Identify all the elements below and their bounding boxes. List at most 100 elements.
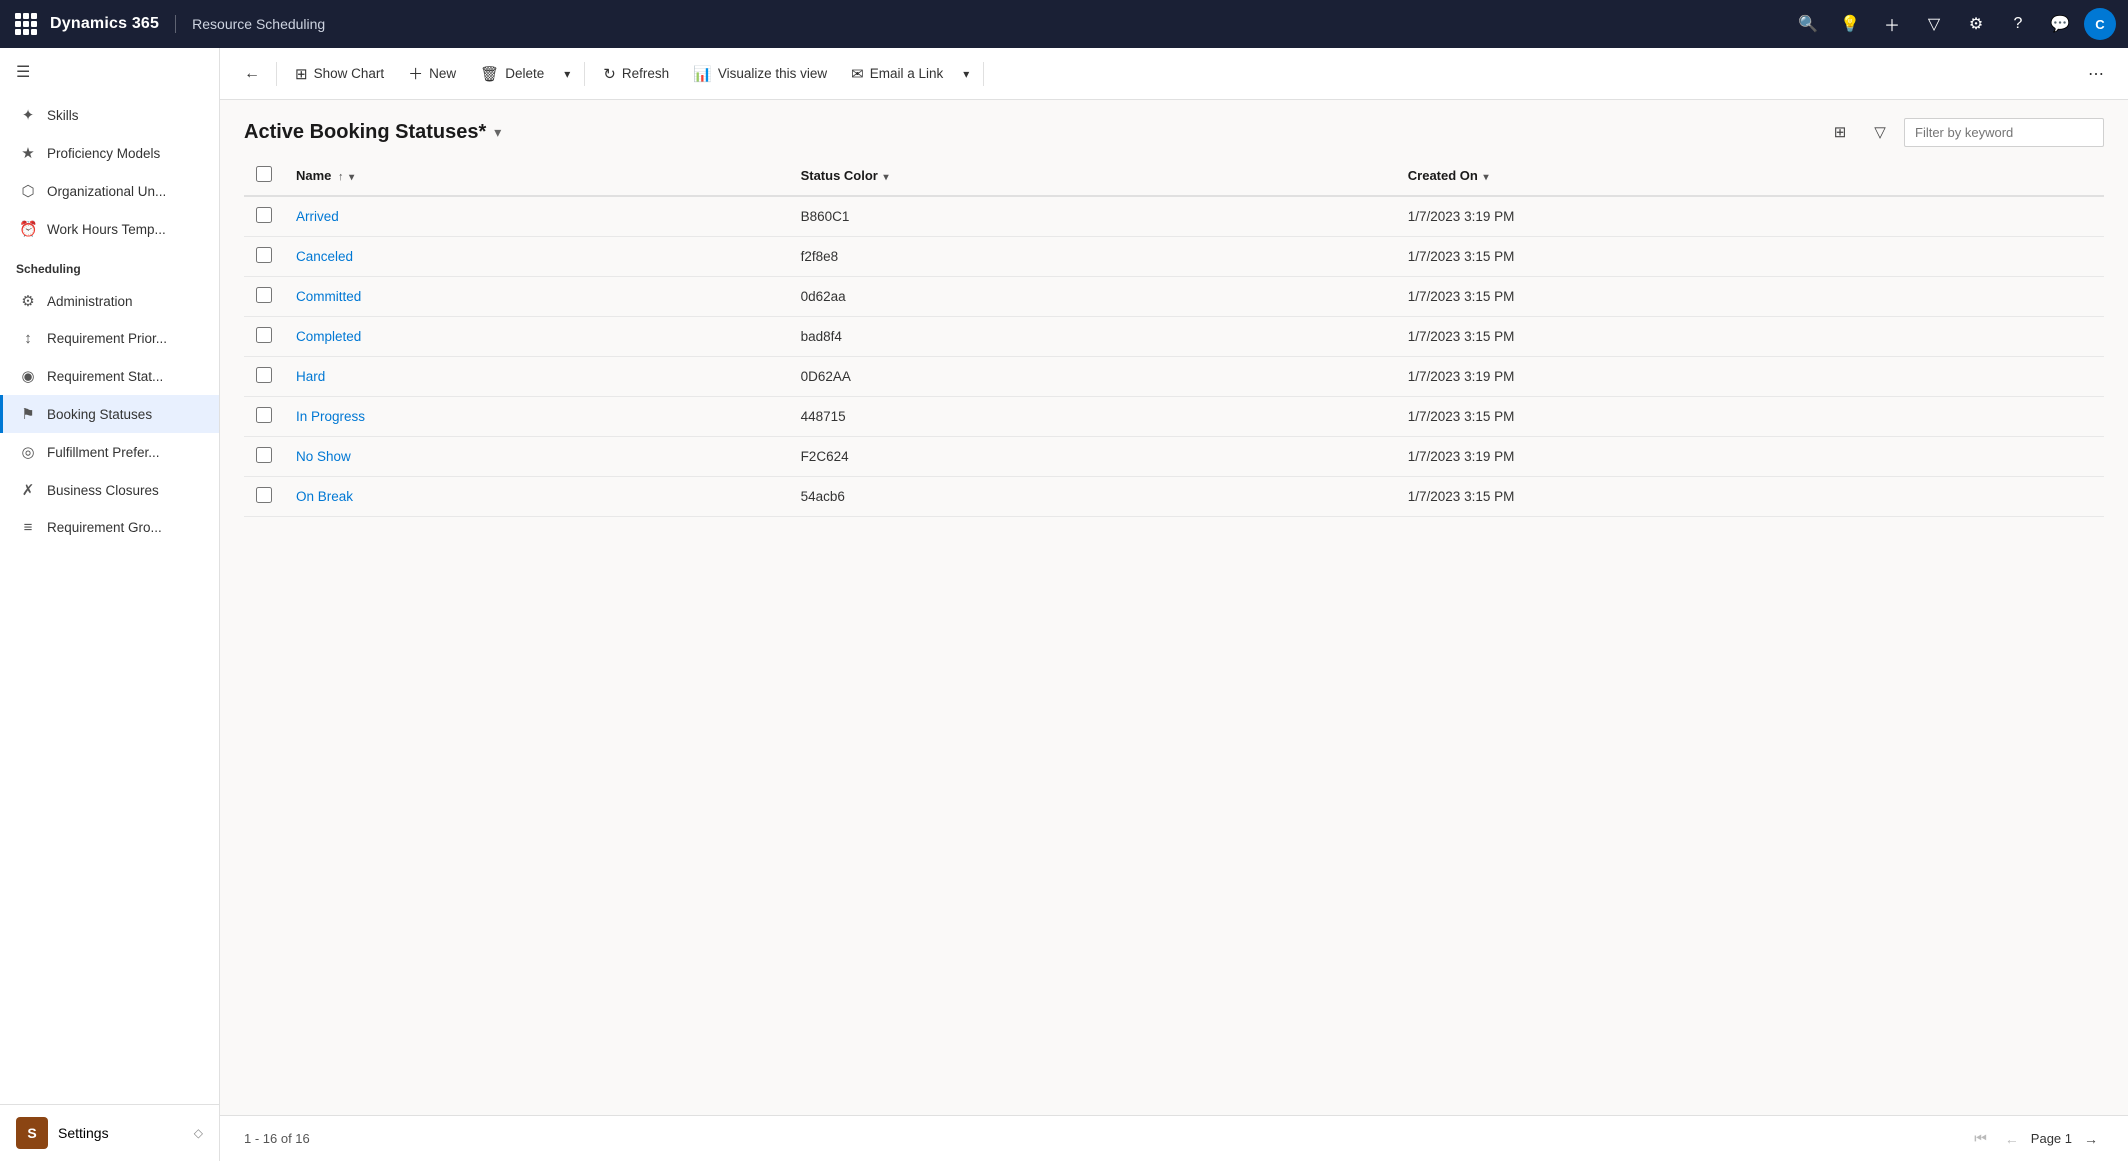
admin-icon: ⚙ bbox=[19, 292, 37, 310]
lightbulb-icon[interactable]: 💡 bbox=[1832, 6, 1868, 42]
filter-icon[interactable]: ▽ bbox=[1916, 6, 1952, 42]
refresh-button[interactable]: ↻ Refresh bbox=[593, 59, 679, 89]
module-title: Resource Scheduling bbox=[192, 16, 1790, 32]
created-on-chevron-icon[interactable]: ▾ bbox=[1483, 172, 1488, 183]
email-link-button[interactable]: ✉ Email a Link bbox=[841, 59, 953, 89]
row-checkbox[interactable] bbox=[256, 447, 272, 463]
sidebar-item-fulfillment[interactable]: ◎ Fulfillment Prefer... bbox=[0, 433, 219, 471]
name-column-header[interactable]: Name ↑ ▾ bbox=[284, 156, 789, 196]
sidebar-item-req-priority[interactable]: ↕ Requirement Prior... bbox=[0, 320, 219, 357]
row-name-link[interactable]: Committed bbox=[296, 289, 361, 304]
toolbar-sep-2 bbox=[983, 62, 984, 86]
sidebar-footer[interactable]: S Settings ◇ bbox=[0, 1104, 219, 1161]
row-checkbox[interactable] bbox=[256, 327, 272, 343]
row-checkbox[interactable] bbox=[256, 287, 272, 303]
chat-icon[interactable]: 💬 bbox=[2042, 6, 2078, 42]
name-chevron-icon[interactable]: ▾ bbox=[349, 172, 354, 183]
first-page-button[interactable]: ⏮ bbox=[1968, 1126, 1993, 1151]
settings-footer-avatar: S bbox=[16, 1117, 48, 1149]
row-name-link[interactable]: Hard bbox=[296, 369, 325, 384]
sidebar-item-business-closures[interactable]: ✗ Business Closures bbox=[0, 471, 219, 509]
sidebar-item-booking-statuses[interactable]: ⚑ Booking Statuses bbox=[0, 395, 219, 433]
delete-button[interactable]: 🗑 Delete bbox=[470, 59, 554, 89]
row-checkbox-cell[interactable] bbox=[244, 357, 284, 397]
page-header: Active Booking Statuses* ▾ ⊞ ▽ bbox=[220, 100, 2128, 156]
settings-chevron-icon: ◇ bbox=[194, 1126, 203, 1140]
sidebar-item-skills[interactable]: ✦ Skills bbox=[0, 96, 219, 134]
pagination: ⏮ ← Page 1 → bbox=[1968, 1126, 2104, 1151]
row-checkbox-cell[interactable] bbox=[244, 277, 284, 317]
row-checkbox-cell[interactable] bbox=[244, 237, 284, 277]
row-checkbox[interactable] bbox=[256, 367, 272, 383]
next-page-button[interactable]: → bbox=[2078, 1127, 2104, 1151]
table-row: In Progress 448715 1/7/2023 3:15 PM bbox=[244, 397, 2104, 437]
delete-dropdown-button[interactable]: ▾ bbox=[558, 61, 576, 87]
view-toggle-button[interactable]: ⊞ bbox=[1824, 116, 1856, 148]
show-chart-icon: ⊞ bbox=[295, 65, 308, 83]
row-name-link[interactable]: Completed bbox=[296, 329, 361, 344]
sidebar-item-proficiency[interactable]: ★ Proficiency Models bbox=[0, 134, 219, 172]
created-on-column-header[interactable]: Created On ▾ bbox=[1396, 156, 2104, 196]
app-grid-icon[interactable] bbox=[12, 10, 40, 38]
row-checkbox-cell[interactable] bbox=[244, 437, 284, 477]
table-header: Name ↑ ▾ Status Color ▾ Created On ▾ bbox=[244, 156, 2104, 196]
status-color-column-header[interactable]: Status Color ▾ bbox=[789, 156, 1396, 196]
status-color-chevron-icon[interactable]: ▾ bbox=[883, 172, 888, 183]
row-name-link[interactable]: On Break bbox=[296, 489, 353, 504]
row-checkbox-cell[interactable] bbox=[244, 477, 284, 517]
sidebar-item-work-hours[interactable]: ⏰ Work Hours Temp... bbox=[0, 210, 219, 248]
page-title-chevron-icon[interactable]: ▾ bbox=[494, 124, 501, 141]
filter-button[interactable]: ▽ bbox=[1864, 116, 1896, 148]
user-avatar[interactable]: C bbox=[2084, 8, 2116, 40]
row-name-cell: Completed bbox=[284, 317, 789, 357]
sidebar-hamburger[interactable]: ☰ bbox=[0, 48, 219, 96]
prev-page-button[interactable]: ← bbox=[1999, 1127, 2025, 1151]
row-checkbox-cell[interactable] bbox=[244, 397, 284, 437]
add-icon[interactable]: ＋ bbox=[1874, 6, 1910, 42]
main-content: ← ⊞ Show Chart ＋ New 🗑 Delete ▾ ↻ Refres… bbox=[220, 48, 2128, 1161]
work-hours-icon: ⏰ bbox=[19, 220, 37, 238]
sidebar-item-req-groups[interactable]: ≡ Requirement Gro... bbox=[0, 509, 219, 546]
show-chart-button[interactable]: ⊞ Show Chart bbox=[285, 59, 394, 89]
row-name-link[interactable]: In Progress bbox=[296, 409, 365, 424]
select-all-header[interactable] bbox=[244, 156, 284, 196]
new-button[interactable]: ＋ New bbox=[398, 57, 466, 90]
table-footer: 1 - 16 of 16 ⏮ ← Page 1 → bbox=[220, 1115, 2128, 1161]
toolbar-sep-0 bbox=[276, 62, 277, 86]
page-title: Active Booking Statuses* bbox=[244, 121, 486, 144]
record-count: 1 - 16 of 16 bbox=[244, 1131, 310, 1146]
row-name-link[interactable]: No Show bbox=[296, 449, 351, 464]
row-status-color-cell: 0d62aa bbox=[789, 277, 1396, 317]
filter-input[interactable] bbox=[1904, 118, 2104, 147]
row-name-link[interactable]: Canceled bbox=[296, 249, 353, 264]
more-options-button[interactable]: ⋯ bbox=[2080, 58, 2112, 90]
help-icon[interactable]: ? bbox=[2000, 6, 2036, 42]
hamburger-icon: ☰ bbox=[16, 62, 30, 82]
page-label: Page 1 bbox=[2031, 1131, 2072, 1146]
sidebar-item-org-units[interactable]: ⬡ Organizational Un... bbox=[0, 172, 219, 210]
nav-icons: 🔍 💡 ＋ ▽ ⚙ ? 💬 C bbox=[1790, 6, 2116, 42]
settings-icon[interactable]: ⚙ bbox=[1958, 6, 1994, 42]
row-checkbox[interactable] bbox=[256, 487, 272, 503]
table-row: Arrived B860C1 1/7/2023 3:19 PM bbox=[244, 196, 2104, 237]
table-row: Canceled f2f8e8 1/7/2023 3:15 PM bbox=[244, 237, 2104, 277]
scheduling-section-label: Scheduling bbox=[0, 248, 219, 282]
table-body: Arrived B860C1 1/7/2023 3:19 PM Canceled… bbox=[244, 196, 2104, 517]
sidebar-item-req-status[interactable]: ◉ Requirement Stat... bbox=[0, 357, 219, 395]
row-checkbox-cell[interactable] bbox=[244, 196, 284, 237]
fulfillment-icon: ◎ bbox=[19, 443, 37, 461]
row-created-on-cell: 1/7/2023 3:19 PM bbox=[1396, 357, 2104, 397]
visualize-button[interactable]: 📊 Visualize this view bbox=[683, 59, 837, 89]
row-name-cell: No Show bbox=[284, 437, 789, 477]
row-checkbox[interactable] bbox=[256, 207, 272, 223]
row-checkbox[interactable] bbox=[256, 407, 272, 423]
sidebar-item-administration[interactable]: ⚙ Administration bbox=[0, 282, 219, 320]
refresh-icon: ↻ bbox=[603, 65, 616, 83]
row-name-link[interactable]: Arrived bbox=[296, 209, 339, 224]
email-dropdown-button[interactable]: ▾ bbox=[957, 61, 975, 87]
search-icon[interactable]: 🔍 bbox=[1790, 6, 1826, 42]
row-checkbox-cell[interactable] bbox=[244, 317, 284, 357]
row-checkbox[interactable] bbox=[256, 247, 272, 263]
select-all-checkbox[interactable] bbox=[256, 166, 272, 182]
back-button[interactable]: ← bbox=[236, 59, 268, 89]
